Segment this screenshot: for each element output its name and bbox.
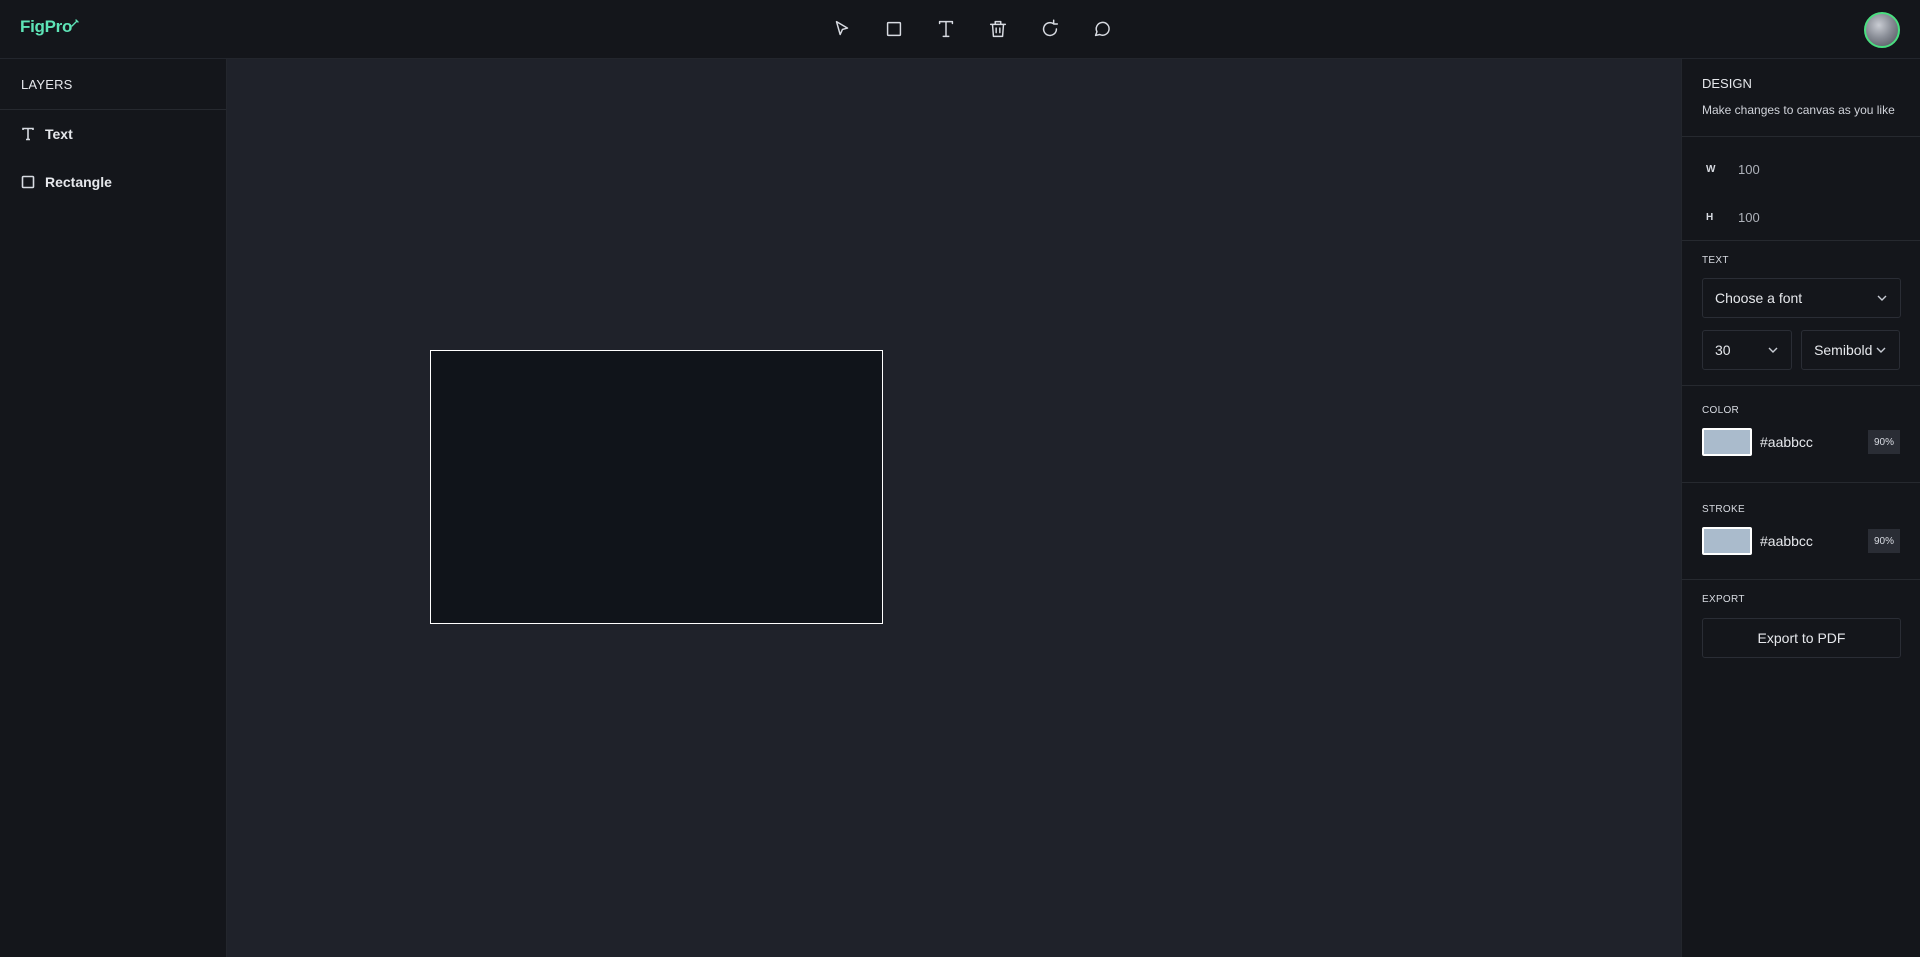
square-icon <box>886 21 902 37</box>
layer-item-label: Text <box>45 126 73 142</box>
height-input[interactable] <box>1738 203 1858 231</box>
color-hex-input[interactable] <box>1760 428 1868 456</box>
color-heading: COLOR <box>1702 405 1740 416</box>
pen-icon <box>71 19 79 27</box>
font-weight-select[interactable]: Semibold <box>1801 330 1900 370</box>
stroke-section: STROKE <box>1682 483 1920 580</box>
dimensions-section: W H <box>1682 137 1920 241</box>
font-family-value: Choose a font <box>1715 290 1803 306</box>
refresh-icon <box>1042 19 1059 37</box>
delete-tool-button[interactable] <box>978 12 1018 46</box>
width-row: W <box>1702 155 1900 183</box>
square-icon <box>21 175 35 189</box>
layers-panel: LAYERS Text Rectangle <box>0 59 227 957</box>
color-section: COLOR <box>1682 386 1920 483</box>
text-icon <box>22 127 34 141</box>
text-tool-button[interactable] <box>926 12 966 46</box>
stroke-swatch[interactable] <box>1702 527 1752 555</box>
export-pdf-button[interactable]: Export to PDF <box>1702 618 1901 658</box>
color-row <box>1702 428 1900 456</box>
layer-item-rectangle[interactable]: Rectangle <box>0 158 226 206</box>
font-size-value: 30 <box>1715 342 1731 358</box>
layers-heading: LAYERS <box>0 59 226 110</box>
chevron-down-icon <box>1876 347 1886 353</box>
design-header: DESIGN Make changes to canvas as you lik… <box>1682 59 1920 137</box>
rectangle-tool-button[interactable] <box>874 12 914 46</box>
user-avatar[interactable] <box>1864 12 1900 48</box>
stroke-heading: STROKE <box>1702 504 1745 515</box>
chevron-down-icon <box>1877 295 1887 301</box>
width-label: W <box>1706 163 1716 175</box>
height-label: H <box>1706 211 1714 223</box>
layer-item-text[interactable]: Text <box>0 110 226 158</box>
navbar: FigPro <box>0 0 1920 59</box>
width-input[interactable] <box>1738 155 1858 183</box>
canvas-rectangle-shape[interactable] <box>430 350 883 624</box>
stroke-row <box>1702 527 1900 555</box>
font-options-row: 30 Semibold <box>1702 330 1900 370</box>
color-swatch[interactable] <box>1702 428 1752 456</box>
chevron-down-icon <box>1768 347 1778 353</box>
app-logo[interactable]: FigPro <box>20 17 80 37</box>
cursor-icon <box>835 20 849 36</box>
comments-tool-button[interactable] <box>1082 12 1122 46</box>
font-weight-value: Semibold <box>1814 342 1873 358</box>
layer-item-label: Rectangle <box>45 174 112 190</box>
trash-icon <box>989 20 1007 38</box>
design-panel: DESIGN Make changes to canvas as you lik… <box>1681 59 1920 957</box>
comment-icon <box>1094 21 1110 37</box>
toolbar <box>822 12 1122 46</box>
design-subtitle: Make changes to canvas as you like <box>1702 103 1895 117</box>
export-section: EXPORT Export to PDF <box>1682 580 1920 658</box>
canvas[interactable] <box>227 59 1681 957</box>
reset-tool-button[interactable] <box>1030 12 1070 46</box>
text-heading: TEXT <box>1702 255 1729 266</box>
stroke-hex-input[interactable] <box>1760 527 1868 555</box>
text-icon <box>938 20 954 38</box>
export-heading: EXPORT <box>1702 594 1745 605</box>
app-logo-text: FigPro <box>20 17 73 36</box>
font-size-select[interactable]: 30 <box>1702 330 1793 370</box>
font-family-select[interactable]: Choose a font <box>1702 278 1901 318</box>
stroke-opacity-input[interactable] <box>1868 529 1900 553</box>
select-tool-button[interactable] <box>822 12 862 46</box>
text-section: TEXT Choose a font 30 Semibold <box>1682 241 1920 386</box>
height-row: H <box>1702 203 1900 231</box>
color-opacity-input[interactable] <box>1868 430 1900 454</box>
design-heading: DESIGN <box>1702 76 1752 91</box>
